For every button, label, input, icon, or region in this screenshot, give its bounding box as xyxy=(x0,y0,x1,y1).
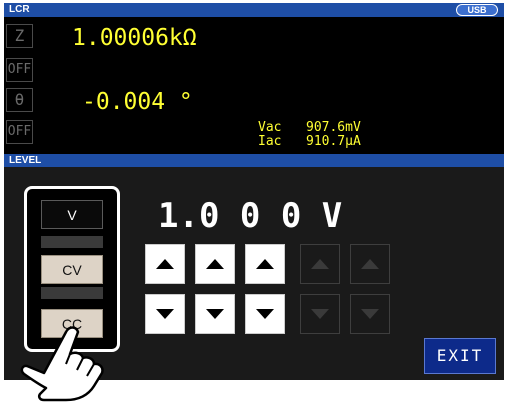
level-value-display: 1.0 0 0 V xyxy=(158,196,343,236)
param3-name: θ xyxy=(14,90,25,109)
up-arrow-icon xyxy=(311,259,329,269)
digit2-up-button[interactable] xyxy=(195,244,235,284)
down-arrow-icon xyxy=(256,309,274,319)
mode-separator xyxy=(41,236,103,248)
mode-v-button[interactable]: V xyxy=(41,200,103,229)
lcr-title-bar: LCR USB xyxy=(4,3,504,17)
mode-cv-button[interactable]: CV xyxy=(41,255,103,284)
down-arrow-icon xyxy=(361,309,379,319)
param1-name: Z xyxy=(14,26,25,45)
param4-name: OFF xyxy=(7,124,32,139)
param2-name: OFF xyxy=(7,62,32,77)
param1-value: 1.00006kΩ xyxy=(72,25,197,51)
digit4-down-button xyxy=(300,294,340,334)
digit4-up-button xyxy=(300,244,340,284)
param1-box: Z xyxy=(6,24,33,48)
lcr-title: LCR xyxy=(9,4,30,15)
digit5-down-button xyxy=(350,294,390,334)
iac-label: Iac xyxy=(258,134,282,149)
down-arrow-icon xyxy=(156,309,174,319)
digit3-up-button[interactable] xyxy=(245,244,285,284)
param3-box: θ xyxy=(6,88,33,112)
pointing-hand-icon xyxy=(20,326,104,402)
param2-box: OFF xyxy=(6,58,33,82)
digit1-down-button[interactable] xyxy=(145,294,185,334)
param4-box: OFF xyxy=(6,120,33,144)
up-arrow-icon xyxy=(206,259,224,269)
digit1-up-button[interactable] xyxy=(145,244,185,284)
iac-value: 910.7μA xyxy=(306,134,361,149)
down-arrow-icon xyxy=(311,309,329,319)
usb-badge: USB xyxy=(456,4,498,16)
up-arrow-icon xyxy=(256,259,274,269)
down-arrow-icon xyxy=(206,309,224,319)
param3-value: -0.004 ° xyxy=(82,89,193,115)
up-arrow-icon xyxy=(156,259,174,269)
level-title: LEVEL xyxy=(9,155,42,166)
digit5-up-button xyxy=(350,244,390,284)
up-arrow-icon xyxy=(361,259,379,269)
vac-label: Vac xyxy=(258,120,282,135)
vac-value: 907.6mV xyxy=(306,120,361,135)
level-title-bar: LEVEL xyxy=(4,154,504,168)
exit-button[interactable]: EXIT xyxy=(424,338,496,374)
digit2-down-button[interactable] xyxy=(195,294,235,334)
mode-separator xyxy=(41,287,103,299)
digit3-down-button[interactable] xyxy=(245,294,285,334)
